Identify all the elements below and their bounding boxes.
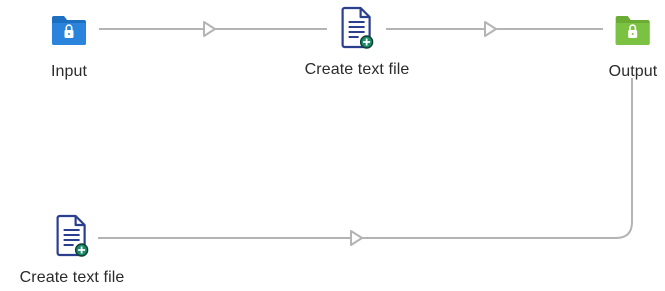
node-label-create-text-file-2: Create text file: [19, 269, 125, 286]
create-text-file-icon: [337, 6, 377, 49]
node-create-text-file-2[interactable]: Create text file: [19, 214, 125, 287]
locked-folder-icon: [49, 9, 89, 49]
connector-output-to-create2[interactable]: [98, 78, 633, 246]
node-input[interactable]: Input: [49, 9, 89, 81]
node-label-create-text-file-1: Create text file: [304, 61, 410, 78]
node-output[interactable]: Output: [609, 9, 658, 81]
node-label-output: Output: [608, 63, 658, 80]
connector-input-to-create1[interactable]: [99, 21, 327, 37]
node-label-input: Input: [50, 63, 88, 80]
node-create-text-file-1[interactable]: Create text file: [304, 6, 410, 79]
connector-create1-to-output[interactable]: [386, 21, 603, 37]
create-text-file-icon: [52, 214, 92, 257]
locked-folder-icon: [613, 9, 653, 49]
